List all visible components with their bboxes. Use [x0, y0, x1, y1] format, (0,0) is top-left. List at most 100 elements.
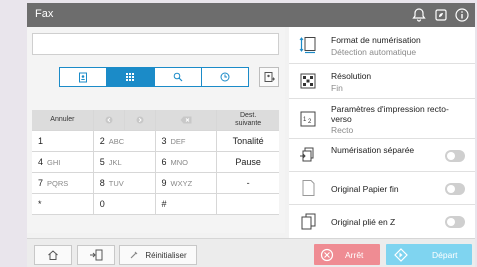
separate-scan-setting[interactable]: Numérisation séparée	[289, 139, 475, 172]
cancel-key[interactable]: Annuler	[32, 110, 94, 131]
keypad-row: 1 2 ABC 3 DEF Tonalité	[32, 131, 279, 152]
keypad-key[interactable]: #	[155, 194, 218, 215]
keypad-key[interactable]: 5 JKL	[93, 152, 156, 173]
keypad-key[interactable]	[217, 194, 279, 215]
input-mode-tabs	[59, 67, 249, 87]
duplex-icon: 1 2	[300, 111, 316, 127]
keypad-key[interactable]: 8 TUV	[93, 173, 156, 194]
scan-format-icon	[299, 37, 316, 54]
job-list-button[interactable]	[77, 245, 115, 265]
key-letters-label: ABC	[108, 136, 125, 146]
key-main-label: Tonalité	[232, 136, 264, 146]
title-bar: Fax	[27, 3, 475, 27]
z-folded-icon	[301, 213, 316, 230]
keypad-key[interactable]: 4 GHI	[32, 152, 94, 173]
backspace-icon	[180, 116, 192, 124]
keypad-key[interactable]: 2 ABC	[93, 131, 156, 152]
start-icon	[394, 247, 408, 262]
key-letters-label: JKL	[108, 157, 122, 167]
cursor-left-key[interactable]	[93, 110, 125, 131]
stop-icon	[320, 248, 334, 261]
key-main-label: Pause	[235, 157, 261, 167]
thin-paper-toggle[interactable]	[445, 183, 465, 195]
keypad-row: * 0 #	[32, 194, 279, 215]
thin-paper-setting[interactable]: Original Papier fin	[289, 172, 475, 205]
resolution-value: Fin	[331, 83, 343, 93]
separate-scan-toggle[interactable]	[445, 150, 465, 162]
keypad-key[interactable]: 0	[93, 194, 156, 215]
print-params-value: Recto	[331, 125, 354, 135]
keypad-icon	[126, 73, 135, 81]
page-background: Fax Annuler Dest. suivante 1 2 ABC 3 DEF…	[0, 0, 477, 267]
key-letters-label: WXYZ	[170, 178, 193, 188]
key-main-label: 1	[38, 136, 44, 146]
bottom-bar: Réinitialiser Arrêt Départ	[27, 238, 475, 267]
resolution-setting[interactable]: Résolution Fin	[289, 64, 475, 99]
tab-address-book[interactable]	[60, 68, 108, 86]
home-button[interactable]	[34, 245, 72, 265]
print-params-setting[interactable]: 1 2 Paramètres d'impression recto-verso …	[289, 99, 475, 139]
z-folded-label: Original plié en Z	[331, 217, 396, 227]
keypad-key[interactable]: Pause	[217, 152, 279, 173]
tab-search[interactable]	[155, 68, 202, 86]
reset-button[interactable]: Réinitialiser	[119, 245, 197, 265]
backspace-key[interactable]	[155, 110, 218, 131]
z-folded-toggle[interactable]	[445, 216, 465, 228]
key-main-label: 2	[99, 136, 105, 146]
window-title: Fax	[35, 8, 54, 20]
scan-format-value: Détection automatique	[331, 47, 417, 57]
keypad: Annuler Dest. suivante 1 2 ABC 3 DEF Tonalité…	[32, 110, 279, 215]
search-icon	[173, 72, 183, 82]
destination-input[interactable]	[32, 33, 279, 55]
home-icon	[48, 250, 58, 260]
keypad-key[interactable]: 6 MNO	[155, 152, 218, 173]
scan-format-label: Format de numérisation	[331, 35, 421, 45]
eco-mode-icon[interactable]	[433, 7, 449, 23]
keypad-row: 4 GHI 5 JKL 6 MNO Pause	[32, 152, 279, 173]
stop-button[interactable]: Arrêt	[314, 244, 380, 265]
separate-scan-label: Numérisation séparée	[331, 145, 415, 155]
tab-keypad[interactable]	[107, 68, 155, 86]
notification-bell-icon[interactable]	[411, 7, 427, 23]
cursor-right-key[interactable]	[124, 110, 156, 131]
separate-scan-icon	[300, 147, 314, 162]
keypad-key[interactable]: *	[32, 194, 94, 215]
key-main-label: 9	[161, 178, 167, 188]
start-button[interactable]: Départ	[386, 244, 472, 265]
key-main-label: 6	[161, 157, 167, 167]
tab-history[interactable]	[202, 68, 248, 86]
arrow-left-icon	[105, 116, 113, 124]
keypad-key[interactable]: 7 PQRS	[32, 173, 94, 194]
register-destination-button[interactable]	[259, 67, 279, 87]
address-add-icon	[264, 72, 275, 82]
key-main-label: *	[38, 199, 42, 209]
key-main-label: -	[246, 178, 250, 188]
key-main-label: 3	[161, 136, 167, 146]
key-main-label: 5	[99, 157, 105, 167]
resolution-label: Résolution	[331, 71, 372, 81]
keypad-key[interactable]: Tonalité	[217, 131, 279, 152]
keypad-key[interactable]: -	[217, 173, 279, 194]
clock-icon	[220, 72, 230, 82]
next-destination-key[interactable]: Dest. suivante	[217, 110, 279, 131]
key-main-label: #	[161, 199, 167, 209]
resolution-icon	[300, 73, 316, 89]
reset-icon	[130, 251, 138, 259]
key-main-label: 0	[99, 199, 105, 209]
key-letters-label: PQRS	[47, 178, 69, 188]
key-main-label: 8	[99, 178, 105, 188]
scan-format-setting[interactable]: Format de numérisation Détection automat…	[289, 27, 475, 64]
job-list-icon	[90, 249, 103, 261]
thin-paper-icon	[302, 180, 315, 196]
key-main-label: 7	[38, 178, 44, 188]
keypad-key[interactable]: 9 WXYZ	[155, 173, 218, 194]
thin-paper-label: Original Papier fin	[331, 184, 399, 194]
print-params-label: Paramètres d'impression recto-verso	[331, 104, 449, 124]
key-letters-label: GHI	[47, 157, 61, 167]
key-main-label: 4	[38, 157, 44, 167]
keypad-key[interactable]: 1	[32, 131, 94, 152]
keypad-row: 7 PQRS 8 TUV 9 WXYZ -	[32, 173, 279, 194]
keypad-key[interactable]: 3 DEF	[155, 131, 218, 152]
info-icon[interactable]	[454, 7, 470, 23]
z-folded-setting[interactable]: Original plié en Z	[289, 205, 475, 238]
